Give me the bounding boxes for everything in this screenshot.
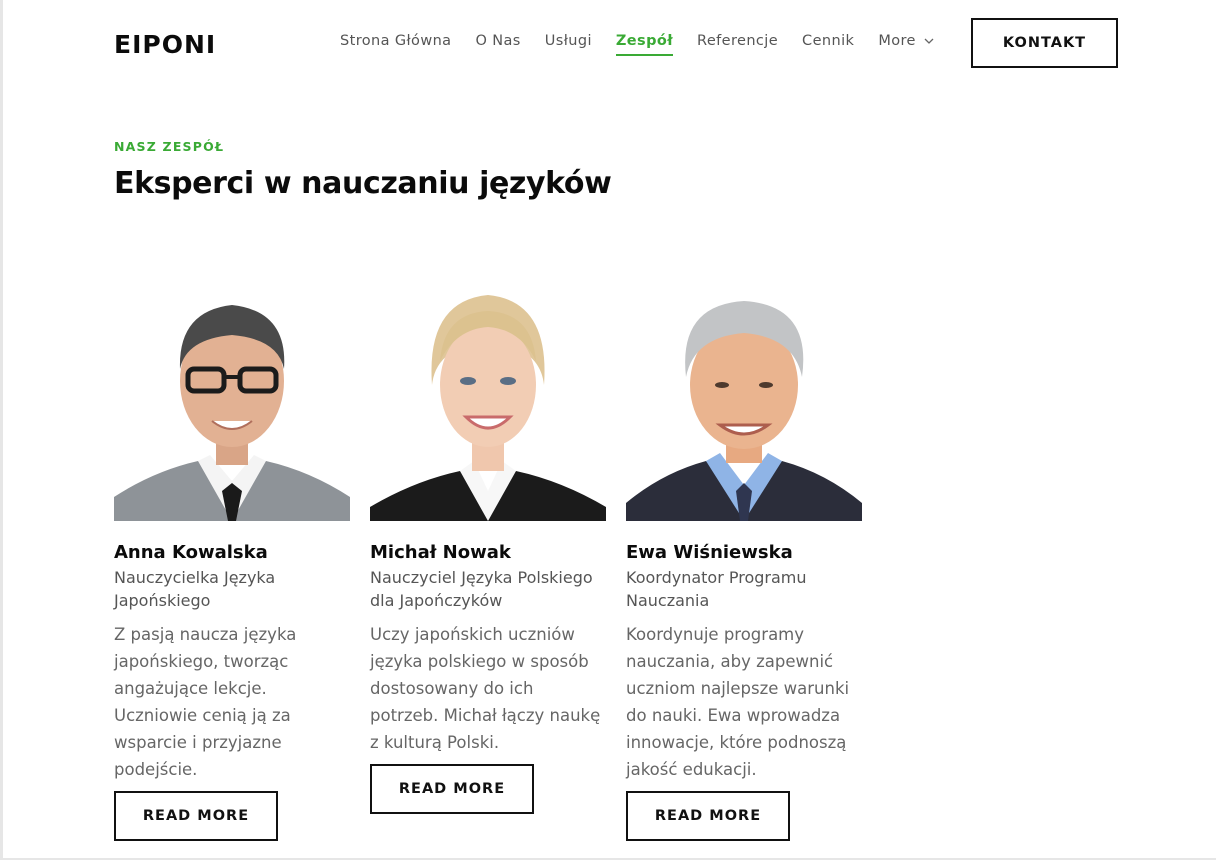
team-card: Michał Nowak Nauczyciel Języka Polskiego… — [370, 285, 606, 814]
team-member-role: Nauczyciel Języka Polskiego dla Japończy… — [370, 568, 593, 610]
team-member-description: Uczy japońskich uczniów języka polskiego… — [370, 625, 601, 752]
team-member-name: Ewa Wiśniewska — [626, 542, 793, 563]
nav-item-o-nas[interactable]: O Nas — [475, 33, 520, 49]
contact-button[interactable]: KONTAKT — [971, 18, 1118, 68]
nav-item-zespol[interactable]: Zespół — [615, 33, 674, 56]
nav-item-cennik[interactable]: Cennik — [802, 33, 854, 49]
nav-item-uslugi[interactable]: Usługi — [545, 33, 592, 49]
team-member-description: Z pasją naucza języka japońskiego, tworz… — [114, 625, 297, 779]
team-member-role: Nauczycielka Języka Japońskiego — [114, 568, 276, 610]
team-card: Anna Kowalska Nauczycielka Języka Japońs… — [114, 285, 350, 841]
window-left-border — [0, 0, 3, 860]
site-header: EIPONI Strona Główna O Nas Usługi Zespół… — [114, 18, 1118, 68]
site-logo[interactable]: EIPONI — [114, 30, 216, 59]
read-more-button[interactable]: READ MORE — [370, 764, 534, 814]
main-navigation: Strona Główna O Nas Usługi Zespół Refere… — [340, 33, 958, 56]
section-eyebrow: NASZ ZESPÓŁ — [114, 139, 225, 154]
read-more-button[interactable]: READ MORE — [626, 791, 790, 841]
nav-item-strona-glowna[interactable]: Strona Główna — [340, 33, 451, 49]
team-member-role: Koordynator Programu Nauczania — [626, 568, 807, 610]
portrait-woman-blonde-icon — [370, 285, 606, 521]
team-member-name: Anna Kowalska — [114, 542, 268, 563]
team-member-name: Michał Nowak — [370, 542, 511, 563]
portrait-man-grey-hair-icon — [626, 285, 862, 521]
team-member-photo — [626, 285, 862, 521]
team-member-description: Koordynuje programy nauczania, aby zapew… — [626, 625, 850, 779]
section-title: Eksperci w nauczaniu języków — [114, 166, 612, 201]
nav-item-more[interactable]: More — [878, 33, 934, 49]
portrait-man-glasses-icon — [114, 285, 350, 521]
team-member-photo — [114, 285, 350, 521]
nav-item-referencje[interactable]: Referencje — [697, 33, 778, 49]
read-more-button[interactable]: READ MORE — [114, 791, 278, 841]
team-member-photo — [370, 285, 606, 521]
chevron-down-icon — [924, 38, 934, 44]
nav-more-label: More — [878, 33, 916, 49]
team-card: Ewa Wiśniewska Koordynator Programu Nauc… — [626, 285, 862, 841]
